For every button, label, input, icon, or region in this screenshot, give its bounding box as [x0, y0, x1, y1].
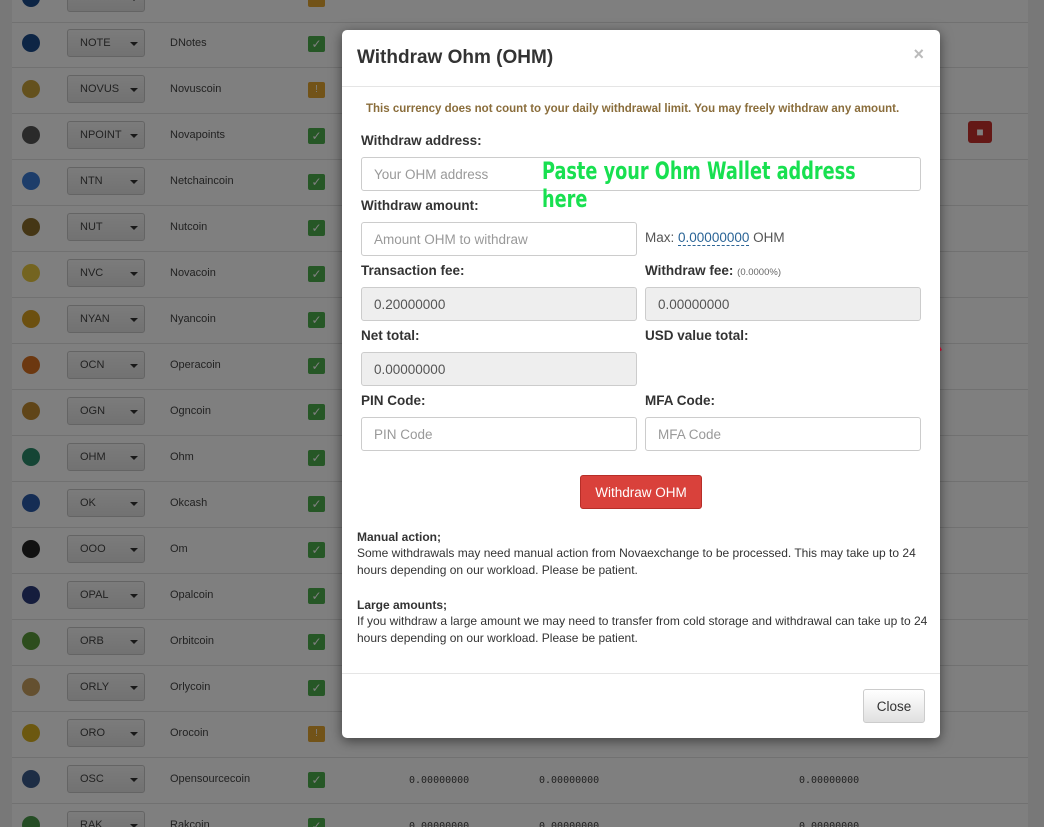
withdraw-fee-label-text: Withdraw fee: [645, 263, 734, 278]
mfa-label: MFA Code: [645, 393, 715, 408]
transaction-fee-label: Transaction fee: [361, 263, 465, 278]
max-value-link[interactable]: 0.00000000 [678, 230, 750, 246]
modal-header: Withdraw Ohm (OHM) × [342, 30, 940, 87]
amount-label: Withdraw amount: [361, 198, 479, 213]
withdraw-fee-percent: (0.0000%) [737, 267, 781, 278]
close-icon[interactable]: × [913, 44, 924, 65]
max-prefix: Max: [645, 230, 675, 245]
large-amounts-title: Large amounts; [357, 598, 448, 612]
withdraw-fee-label: Withdraw fee: (0.0000%) [645, 263, 781, 278]
modal-title: Withdraw Ohm (OHM) [357, 47, 554, 68]
manual-action-title: Manual action; [357, 530, 442, 544]
mfa-code-input[interactable] [645, 417, 921, 451]
pin-code-input[interactable] [361, 417, 637, 451]
max-unit: OHM [753, 230, 785, 245]
net-total-label: Net total: [361, 328, 420, 343]
transaction-fee-field [361, 287, 637, 321]
address-label: Withdraw address: [361, 133, 482, 148]
modal-footer-divider [342, 673, 940, 674]
withdraw-amount-input[interactable] [361, 222, 637, 256]
net-total-field [361, 352, 637, 386]
withdraw-limit-notice: This currency does not count to your dai… [366, 103, 900, 115]
withdraw-modal: Withdraw Ohm (OHM) × This currency does … [342, 30, 940, 738]
manual-action-text: Some withdrawals may need manual action … [357, 546, 916, 577]
usd-total-label: USD value total: [645, 328, 749, 343]
max-amount: Max: 0.00000000 OHM [645, 230, 785, 246]
close-button[interactable]: Close [863, 689, 925, 723]
annotation-text: Paste your Ohm Wallet address here [542, 157, 856, 213]
withdraw-submit-button[interactable]: Withdraw OHM [580, 475, 702, 509]
large-amounts-text: If you withdraw a large amount we may ne… [357, 614, 928, 645]
pin-label: PIN Code: [361, 393, 426, 408]
withdraw-fee-field [645, 287, 921, 321]
